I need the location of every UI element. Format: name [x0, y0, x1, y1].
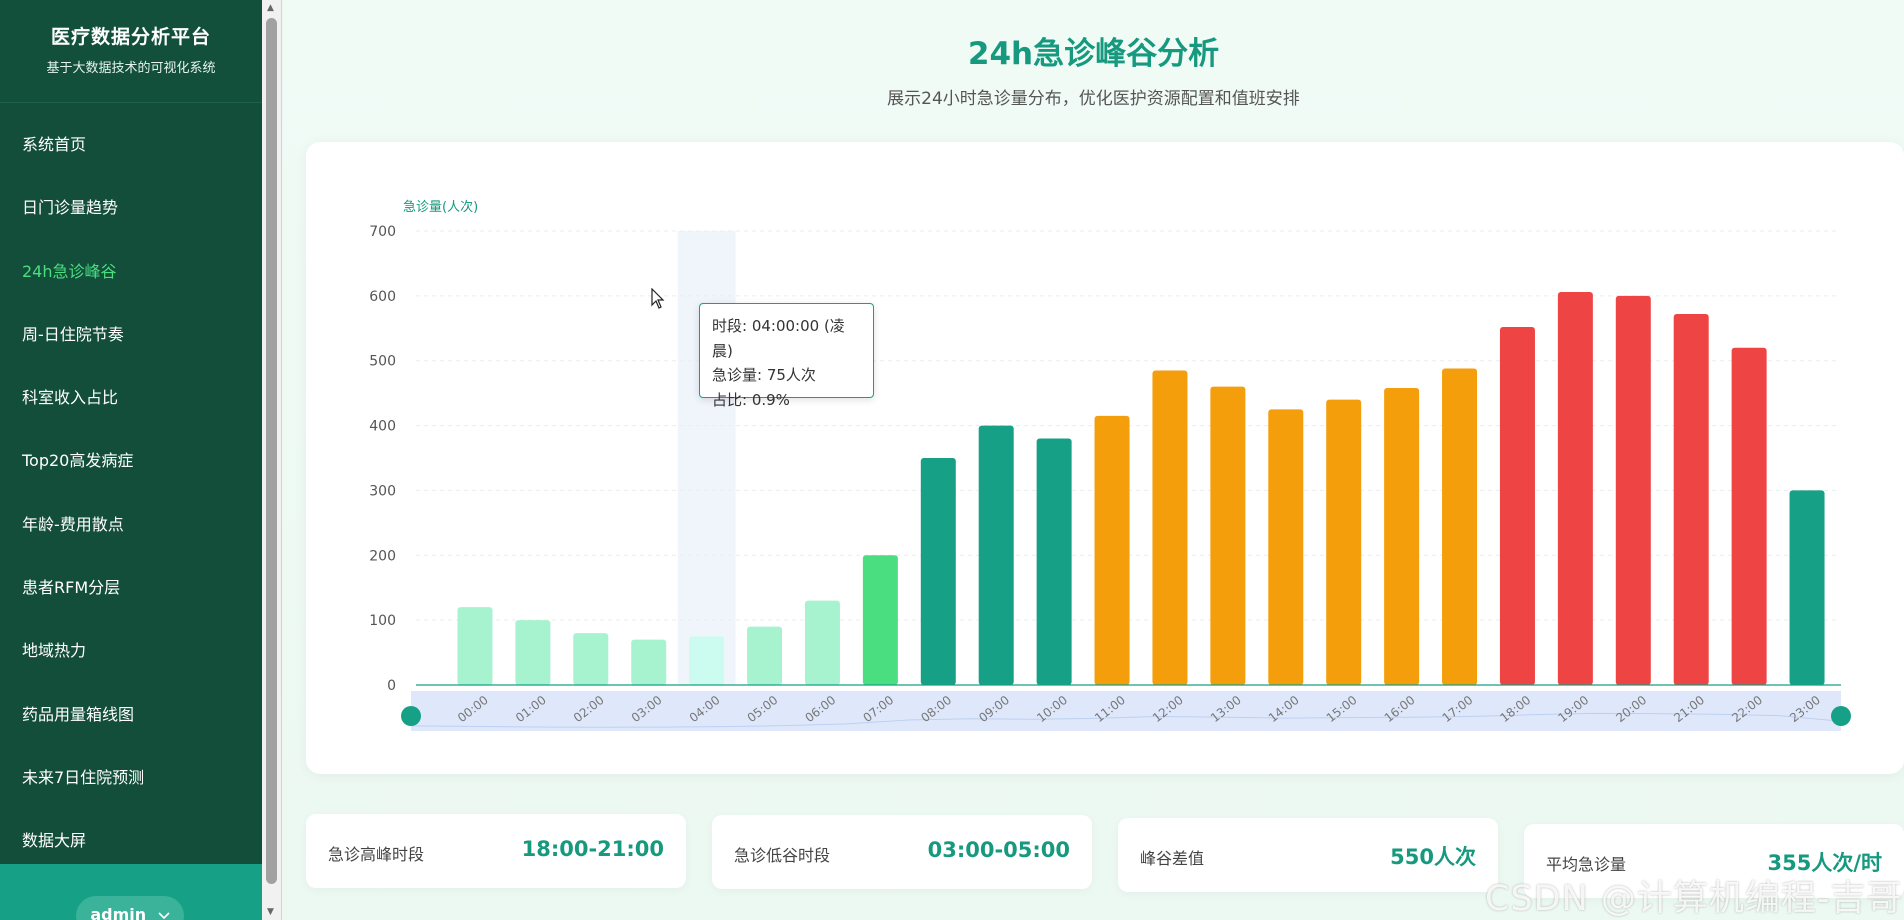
sidebar-item-top20-diseases[interactable]: Top20高发病症 — [0, 429, 262, 492]
sidebar-item-rfm[interactable]: 患者RFM分层 — [0, 556, 262, 619]
bar — [1384, 387, 1420, 685]
y-tick-label: 300 — [369, 483, 396, 499]
y-tick-label: 500 — [369, 354, 396, 370]
brand: 医疗数据分析平台 基于大数据技术的可视化系统 — [0, 0, 262, 103]
y-tick-label: 0 — [387, 678, 396, 694]
y-tick-label: 400 — [369, 419, 396, 435]
bar — [1789, 490, 1825, 685]
bar — [747, 626, 783, 685]
hover-band — [677, 231, 736, 685]
scroll-thumb[interactable] — [266, 18, 277, 884]
bar — [689, 636, 725, 685]
sidebar-item-emergency-24h[interactable]: 24h急诊峰谷 — [0, 240, 262, 303]
page-title: 24h急诊峰谷分析 — [967, 36, 1220, 72]
y-tick-label: 100 — [369, 613, 396, 629]
bar — [631, 639, 667, 685]
stat-label: 急诊低谷时段 — [734, 846, 831, 865]
user-bar: admin — [0, 864, 262, 920]
sidebar-item-dept-income[interactable]: 科室收入占比 — [0, 366, 262, 429]
emergency-bar-chart[interactable]: 0100200300400500600700急诊量(人次)00:00 01:00 0… — [306, 142, 1904, 774]
stat-label: 急诊高峰时段 — [328, 845, 425, 864]
stat-card-peak: 急诊高峰时段 18:00-21:00 — [306, 814, 686, 888]
bar — [1615, 295, 1651, 685]
y-tick-label: 200 — [369, 548, 396, 564]
sidebar: 医疗数据分析平台 基于大数据技术的可视化系统 系统首页 日门诊量趋势 24h急诊… — [0, 0, 262, 920]
bar — [1152, 370, 1188, 685]
brand-subtitle: 基于大数据技术的可视化系统 — [46, 61, 216, 76]
y-tick-label: 600 — [369, 289, 396, 305]
tooltip-period: 时段: 04:00:00 (凌晨) — [712, 317, 845, 360]
stat-value: 18:00-21:00 — [521, 837, 664, 861]
bar — [1036, 438, 1072, 685]
bar — [1442, 368, 1478, 685]
bar — [862, 555, 898, 685]
main-content: 24h急诊峰谷分析 展示24小时急诊量分布，优化医护资源配置和值班安排 0 100… — [283, 0, 1904, 920]
bar — [804, 600, 840, 685]
sidebar-item-age-cost-scatter[interactable]: 年龄-费用散点 — [0, 493, 262, 556]
sidebar-item-home[interactable]: 系统首页 — [0, 113, 262, 176]
stat-card-valley: 急诊低谷时段 03:00-05:00 — [712, 815, 1092, 889]
sidebar-item-inpatient-rhythm[interactable]: 周-日住院节奏 — [0, 303, 262, 366]
bar — [978, 425, 1014, 685]
brand-title: 医疗数据分析平台 — [50, 26, 211, 48]
bar — [1673, 314, 1709, 685]
bar — [920, 458, 956, 685]
stat-card-diff: 峰谷差值 550人次 — [1118, 818, 1498, 892]
stat-value: 03:00-05:00 — [927, 838, 1070, 862]
tooltip-volume: 急诊量: 75人次 — [712, 366, 816, 384]
bar — [1326, 399, 1362, 685]
sidebar-item-region-heat[interactable]: 地域热力 — [0, 619, 262, 682]
sidebar-menu: 系统首页 日门诊量趋势 24h急诊峰谷 周-日住院节奏 科室收入占比 Top20… — [0, 113, 262, 873]
bar — [1731, 347, 1767, 685]
stat-label: 峰谷差值 — [1140, 849, 1205, 868]
bar — [1210, 386, 1246, 685]
chevron-down-icon — [158, 896, 170, 920]
tooltip-ratio: 占比: 0.9% — [712, 390, 790, 409]
bar — [1268, 409, 1304, 685]
stat-value: 550人次 — [1390, 845, 1476, 869]
bar — [457, 607, 493, 685]
bar — [515, 620, 551, 685]
zoom-handle-left-icon — [401, 706, 421, 726]
scrollbar[interactable]: ▲ ▼ — [262, 0, 282, 920]
mouse-cursor-icon — [651, 287, 667, 314]
scroll-down-icon[interactable]: ▼ — [267, 907, 274, 917]
bar — [1094, 415, 1130, 685]
user-name: admin — [90, 905, 147, 920]
page-subtitle: 展示24小时急诊量分布，优化医护资源配置和值班安排 — [887, 89, 1300, 109]
sidebar-item-forecast[interactable]: 未来7日住院预测 — [0, 746, 262, 809]
chart-tooltip: 时段: 04:00:00 (凌晨) 急诊量: 75人次 占比: 0.9% — [699, 303, 874, 409]
y-tick-label: 700 — [369, 224, 396, 240]
chart-card: 0 100 200 300 400 500 600 700 急诊量(人次) 00:00 01:00 0… — [306, 142, 1904, 774]
user-menu-button[interactable]: admin — [76, 896, 184, 920]
y-axis-label: 急诊量(人次) — [403, 199, 478, 215]
scroll-up-icon[interactable]: ▲ — [267, 3, 274, 13]
zoom-handle-right-icon — [1831, 706, 1851, 726]
bar — [1557, 291, 1593, 685]
watermark: CSDN @计算机编程-吉哥 — [1485, 879, 1903, 919]
sidebar-item-daily-outpatient[interactable]: 日门诊量趋势 — [0, 176, 262, 239]
bar — [573, 633, 609, 685]
bar — [1499, 326, 1535, 685]
sidebar-item-drug-boxplot[interactable]: 药品用量箱线图 — [0, 683, 262, 746]
